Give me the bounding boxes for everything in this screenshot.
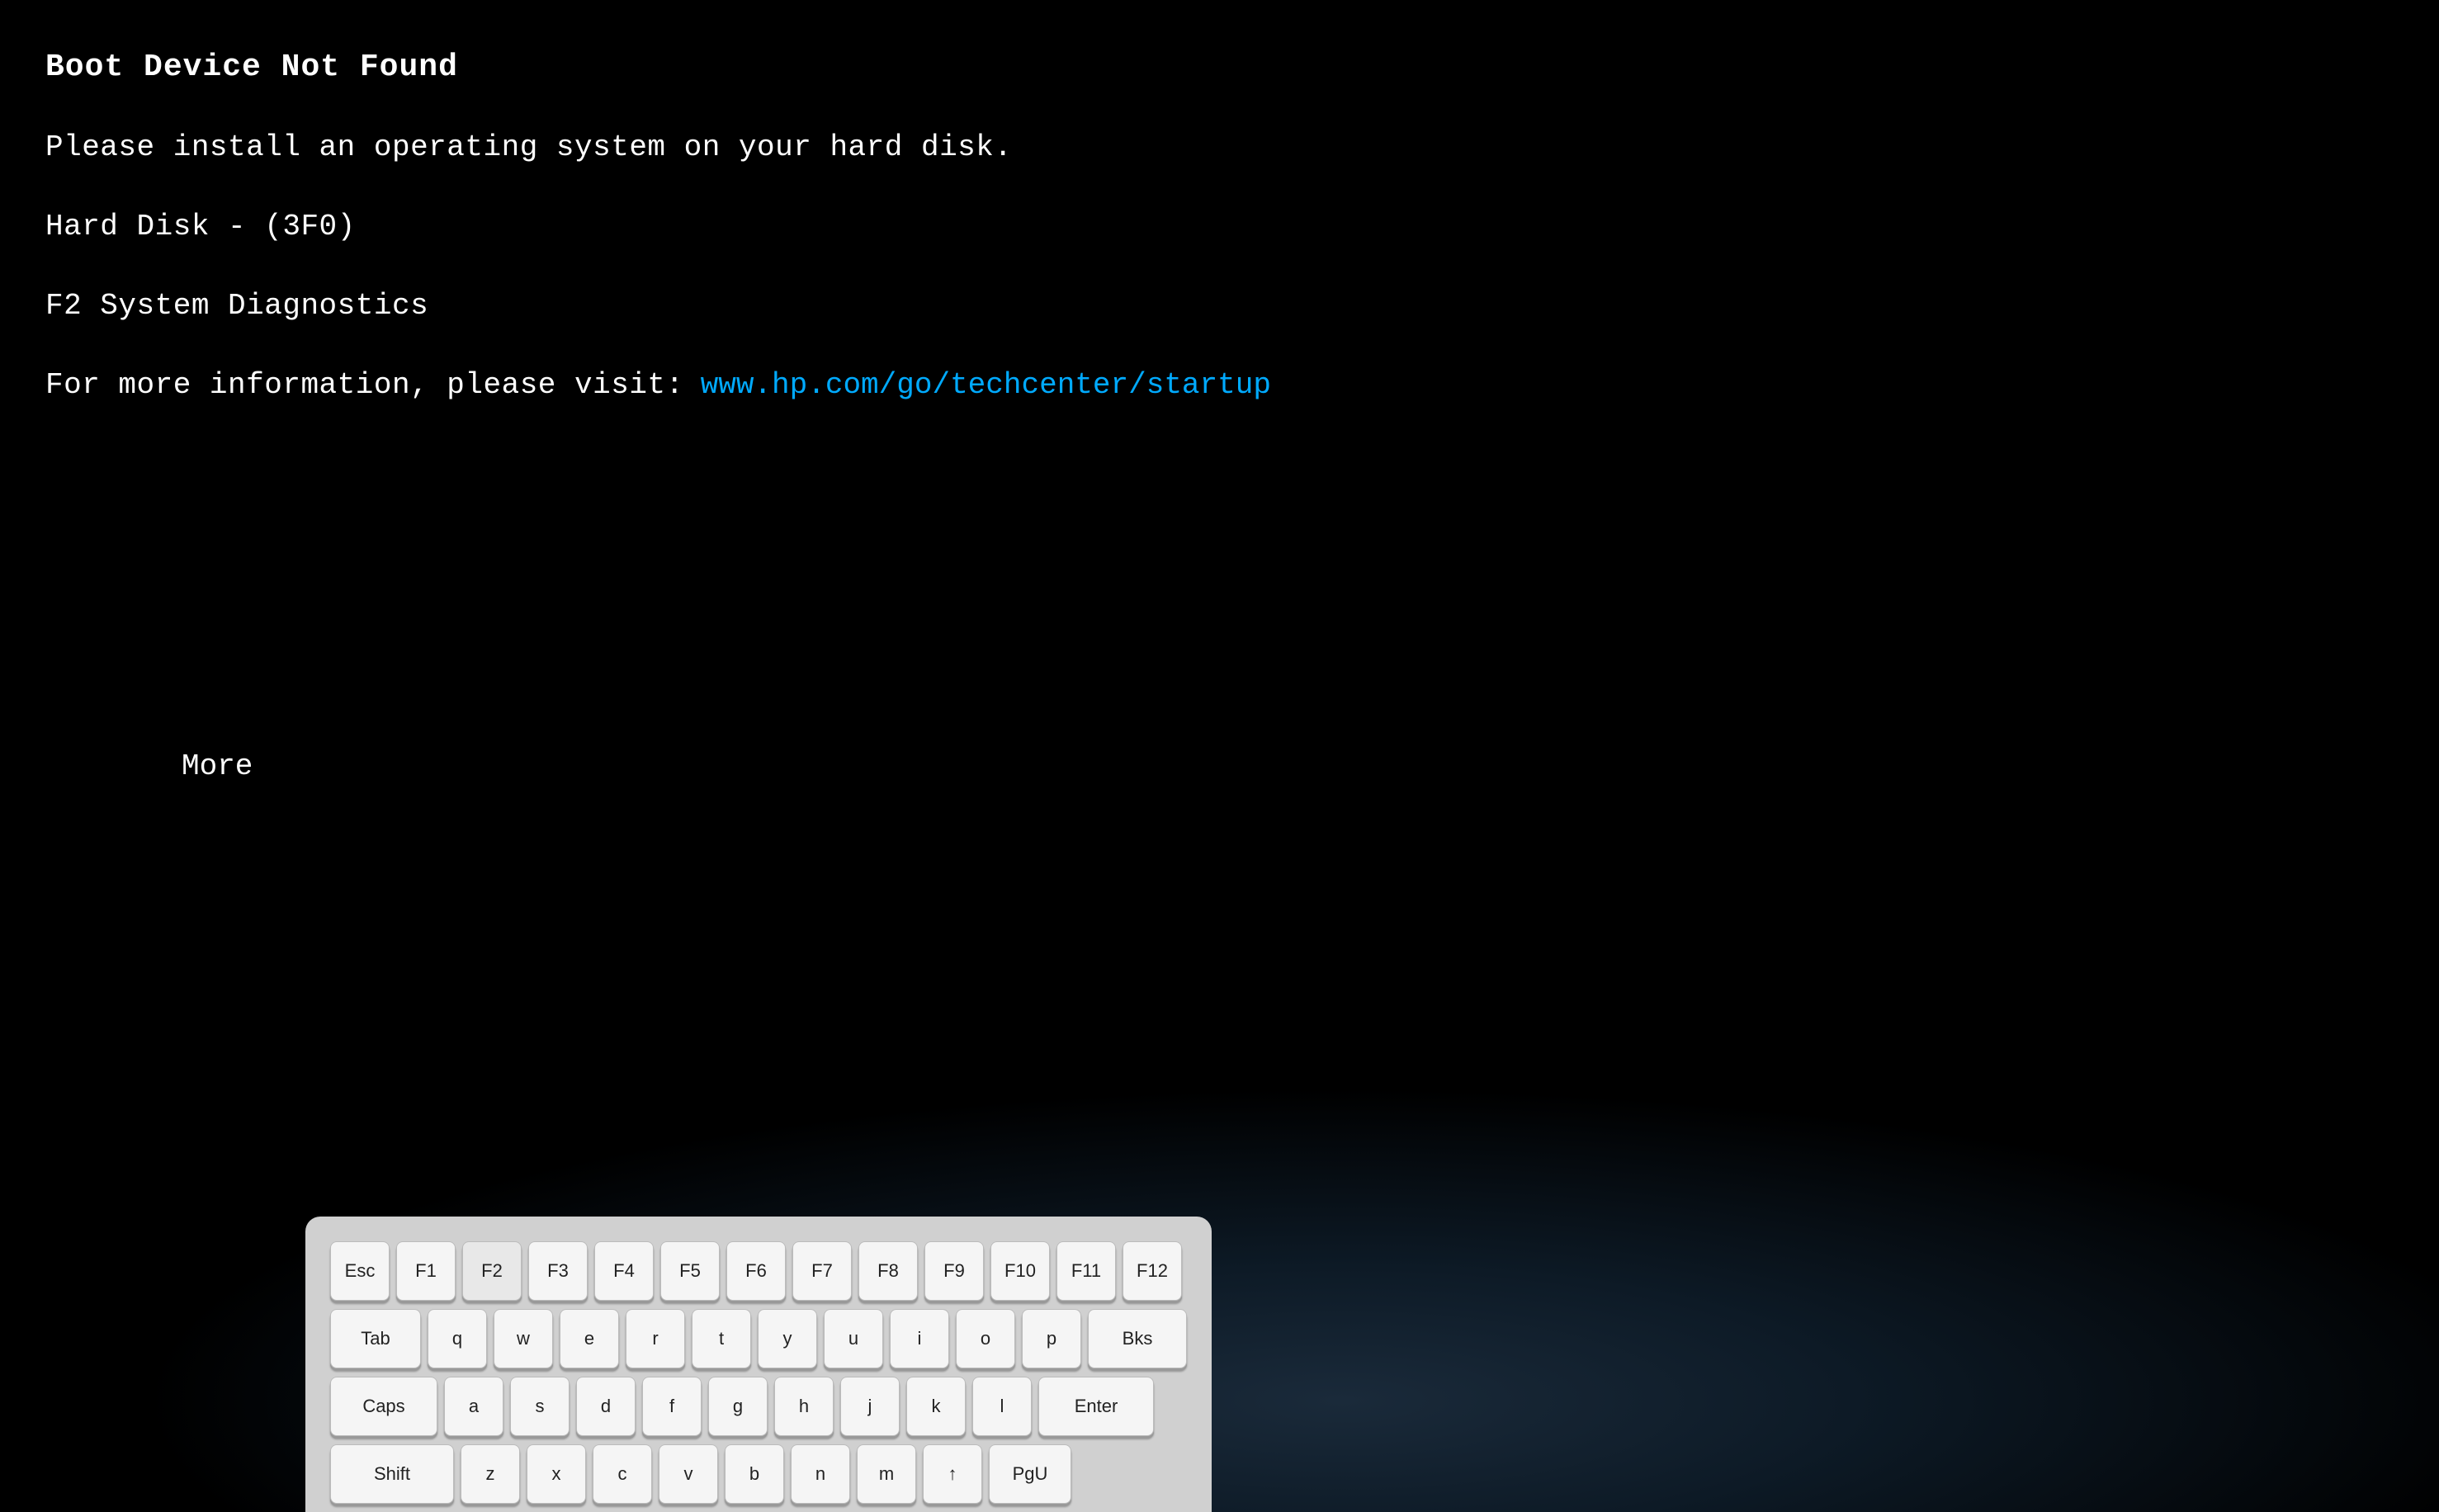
key-f5[interactable]: F5 bbox=[660, 1241, 720, 1301]
key-s[interactable]: s bbox=[510, 1377, 570, 1436]
key-f11[interactable]: F11 bbox=[1056, 1241, 1116, 1301]
key-esc[interactable]: Esc bbox=[330, 1241, 390, 1301]
visit-url[interactable]: www.hp.com/go/techcenter/startup bbox=[701, 368, 1271, 402]
key-shift[interactable]: Shift bbox=[330, 1444, 454, 1504]
keyboard: Esc F1 F2 F3 F4 F5 F6 F7 F8 F9 F10 F11 F… bbox=[305, 1217, 1212, 1512]
key-f3[interactable]: F3 bbox=[528, 1241, 588, 1301]
key-r[interactable]: r bbox=[626, 1309, 685, 1368]
key-f8[interactable]: F8 bbox=[858, 1241, 918, 1301]
key-u[interactable]: u bbox=[824, 1309, 883, 1368]
key-v[interactable]: v bbox=[659, 1444, 718, 1504]
key-w[interactable]: w bbox=[494, 1309, 553, 1368]
key-g[interactable]: g bbox=[708, 1377, 768, 1436]
f2-diagnostics: F2 System Diagnostics bbox=[45, 289, 2394, 323]
key-page-up[interactable]: PgU bbox=[989, 1444, 1071, 1504]
key-up-arrow[interactable]: ↑ bbox=[923, 1444, 982, 1504]
key-n[interactable]: n bbox=[791, 1444, 850, 1504]
key-t[interactable]: t bbox=[692, 1309, 751, 1368]
key-m[interactable]: m bbox=[857, 1444, 916, 1504]
key-tab[interactable]: Tab bbox=[330, 1309, 421, 1368]
more-text: More bbox=[182, 749, 253, 783]
key-a[interactable]: a bbox=[444, 1377, 503, 1436]
keyboard-row-qwerty: Tab q w e r t y u i o p Bks bbox=[330, 1309, 1187, 1368]
key-f10[interactable]: F10 bbox=[990, 1241, 1050, 1301]
key-f[interactable]: f bbox=[642, 1377, 702, 1436]
key-caps[interactable]: Caps bbox=[330, 1377, 437, 1436]
key-e[interactable]: e bbox=[560, 1309, 619, 1368]
keyboard-wrapper: Esc F1 F2 F3 F4 F5 F6 F7 F8 F9 F10 F11 F… bbox=[305, 1217, 2439, 1512]
key-f1[interactable]: F1 bbox=[396, 1241, 456, 1301]
key-f9[interactable]: F9 bbox=[924, 1241, 984, 1301]
key-f6[interactable]: F6 bbox=[726, 1241, 786, 1301]
boot-error-title: Boot Device Not Found bbox=[45, 50, 2394, 85]
key-j[interactable]: j bbox=[840, 1377, 900, 1436]
key-enter[interactable]: Enter bbox=[1038, 1377, 1154, 1436]
key-f7[interactable]: F7 bbox=[792, 1241, 852, 1301]
key-p[interactable]: p bbox=[1022, 1309, 1081, 1368]
key-c[interactable]: c bbox=[593, 1444, 652, 1504]
key-i[interactable]: i bbox=[890, 1309, 949, 1368]
key-f12[interactable]: F12 bbox=[1123, 1241, 1182, 1301]
visit-label: For more information, please visit: bbox=[45, 368, 684, 402]
key-h[interactable]: h bbox=[774, 1377, 834, 1436]
hard-disk-code: Hard Disk - (3F0) bbox=[45, 210, 2394, 243]
key-f2[interactable]: F2 bbox=[462, 1241, 522, 1301]
key-d[interactable]: d bbox=[576, 1377, 636, 1436]
visit-line: For more information, please visit: www.… bbox=[45, 368, 2394, 402]
key-backspace[interactable]: Bks bbox=[1088, 1309, 1187, 1368]
key-f4[interactable]: F4 bbox=[594, 1241, 654, 1301]
key-k[interactable]: k bbox=[906, 1377, 966, 1436]
key-q[interactable]: q bbox=[428, 1309, 487, 1368]
key-o[interactable]: o bbox=[956, 1309, 1015, 1368]
keyboard-row-asdf: Caps a s d f g h j k l Enter bbox=[330, 1377, 1187, 1436]
keyboard-row-function: Esc F1 F2 F3 F4 F5 F6 F7 F8 F9 F10 F11 F… bbox=[330, 1241, 1187, 1301]
key-b[interactable]: b bbox=[725, 1444, 784, 1504]
key-x[interactable]: x bbox=[527, 1444, 586, 1504]
key-y[interactable]: y bbox=[758, 1309, 817, 1368]
keyboard-row-shift: Shift z x c v b n m ↑ PgU bbox=[330, 1444, 1187, 1504]
install-message: Please install an operating system on yo… bbox=[45, 130, 2394, 164]
key-z[interactable]: z bbox=[461, 1444, 520, 1504]
key-l[interactable]: l bbox=[972, 1377, 1032, 1436]
